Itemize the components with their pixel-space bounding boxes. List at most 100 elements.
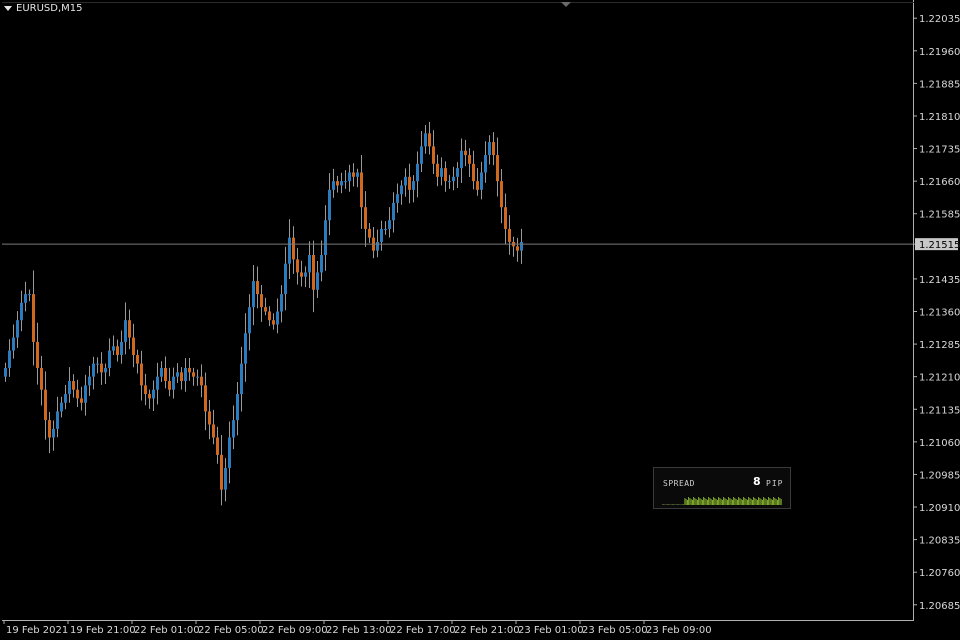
- spread-bar: [703, 497, 705, 505]
- bull-candle: [92, 363, 95, 377]
- spread-bar: [704, 498, 706, 505]
- spread-bar: [668, 504, 670, 505]
- spread-bar: [775, 499, 777, 505]
- price-tick-label: 1.20760: [919, 568, 960, 579]
- bull-candle: [388, 220, 391, 229]
- time-tick-label: 22 Feb 21:00: [454, 625, 520, 636]
- bull-candle: [120, 341, 123, 355]
- bear-candle: [504, 207, 507, 229]
- bear-candle: [208, 411, 211, 425]
- price-tick-label: 1.21285: [919, 340, 960, 351]
- bear-candle: [72, 381, 75, 390]
- spread-bar: [737, 500, 738, 505]
- price-tick-label: 1.21210: [919, 373, 960, 384]
- bull-candle: [420, 146, 423, 164]
- bull-candle: [160, 367, 163, 377]
- bear-candle: [204, 385, 207, 412]
- bear-candle: [472, 163, 475, 182]
- bear-candle: [148, 394, 151, 399]
- bull-candle: [448, 181, 451, 183]
- price-axis-border: [913, 0, 914, 620]
- bear-candle: [352, 172, 355, 177]
- bear-candle: [408, 176, 411, 190]
- spread-bar: [778, 497, 780, 505]
- time-tick-label: 22 Feb 05:00: [198, 625, 264, 636]
- spread-bar: [762, 500, 763, 505]
- spread-bar: [698, 497, 700, 505]
- current-price-text: 1.21515: [919, 240, 960, 251]
- bull-candle: [356, 172, 359, 177]
- bull-candle: [316, 272, 319, 290]
- spread-bar: [773, 497, 775, 505]
- spread-bar: [705, 499, 707, 505]
- bull-candle: [104, 367, 107, 373]
- bull-candle: [20, 302, 23, 321]
- price-chart[interactable]: 1.22035 1.21960 1.21885 1.21810 1.21735 1.216…: [0, 0, 960, 640]
- bull-candle: [228, 437, 231, 468]
- price-tick-label: 1.21735: [919, 145, 960, 156]
- bull-candle: [484, 155, 487, 173]
- bull-candle: [404, 176, 407, 186]
- price-tick-label: 1.21060: [919, 438, 960, 449]
- spread-bar: [707, 500, 708, 505]
- bear-candle: [500, 181, 503, 208]
- bear-candle: [368, 228, 371, 238]
- bull-candle: [284, 263, 287, 295]
- spread-bar: [765, 499, 767, 505]
- price-tick-label: 1.21360: [919, 308, 960, 319]
- bear-candle: [36, 341, 39, 368]
- time-tick-label: 23 Feb 01:00: [518, 625, 584, 636]
- spread-history-bars: [662, 497, 782, 505]
- bear-candle: [192, 372, 195, 377]
- time-tick-label: 22 Feb 13:00: [326, 625, 392, 636]
- spread-bar: [672, 504, 673, 505]
- bull-candle: [460, 150, 463, 169]
- menu-triangle-icon[interactable]: [4, 6, 12, 11]
- spread-bar: [758, 497, 760, 505]
- spread-bar: [722, 500, 723, 505]
- bear-candle: [444, 168, 447, 182]
- bear-candle: [44, 389, 47, 421]
- bull-candle: [52, 428, 55, 438]
- bull-candle: [456, 168, 459, 177]
- spread-bar: [685, 499, 687, 505]
- spread-bar: [683, 504, 685, 505]
- spread-bar: [734, 498, 736, 505]
- spread-bar: [667, 504, 668, 505]
- time-axis-border: [2, 620, 914, 621]
- bull-candle: [520, 241, 523, 251]
- spread-bar: [779, 498, 781, 505]
- bull-candle: [24, 294, 27, 303]
- spread-bar: [744, 498, 746, 505]
- bull-candle: [384, 228, 387, 230]
- spread-bar: [665, 504, 667, 505]
- bull-candle: [56, 411, 59, 429]
- bear-candle: [48, 420, 51, 438]
- spread-bar: [749, 498, 751, 505]
- spread-bar: [745, 499, 747, 505]
- spread-bar: [675, 504, 677, 505]
- bull-candle: [28, 294, 31, 296]
- spread-bar: [710, 499, 712, 505]
- spread-bar: [674, 504, 676, 505]
- bear-candle: [220, 454, 223, 490]
- bull-candle: [64, 394, 67, 403]
- bull-candle: [288, 237, 291, 264]
- spread-bar: [664, 504, 666, 505]
- spread-indicator-panel: SPREAD 8 PIP: [653, 467, 791, 509]
- spread-bar: [752, 500, 753, 505]
- bull-candle: [156, 376, 159, 390]
- bull-candle: [236, 394, 239, 421]
- bear-candle: [364, 207, 367, 229]
- bear-candle: [40, 367, 43, 390]
- spread-bar: [772, 500, 773, 505]
- bull-candle: [276, 311, 279, 325]
- bear-candle: [144, 385, 147, 395]
- spread-bar: [725, 499, 727, 505]
- bear-candle: [336, 181, 339, 186]
- bull-candle: [88, 376, 91, 386]
- chart-title[interactable]: EURUSD,M15: [4, 3, 82, 14]
- price-tick-label: 1.21660: [919, 177, 960, 188]
- bear-candle: [464, 150, 467, 156]
- price-tick-label: 1.21960: [919, 47, 960, 58]
